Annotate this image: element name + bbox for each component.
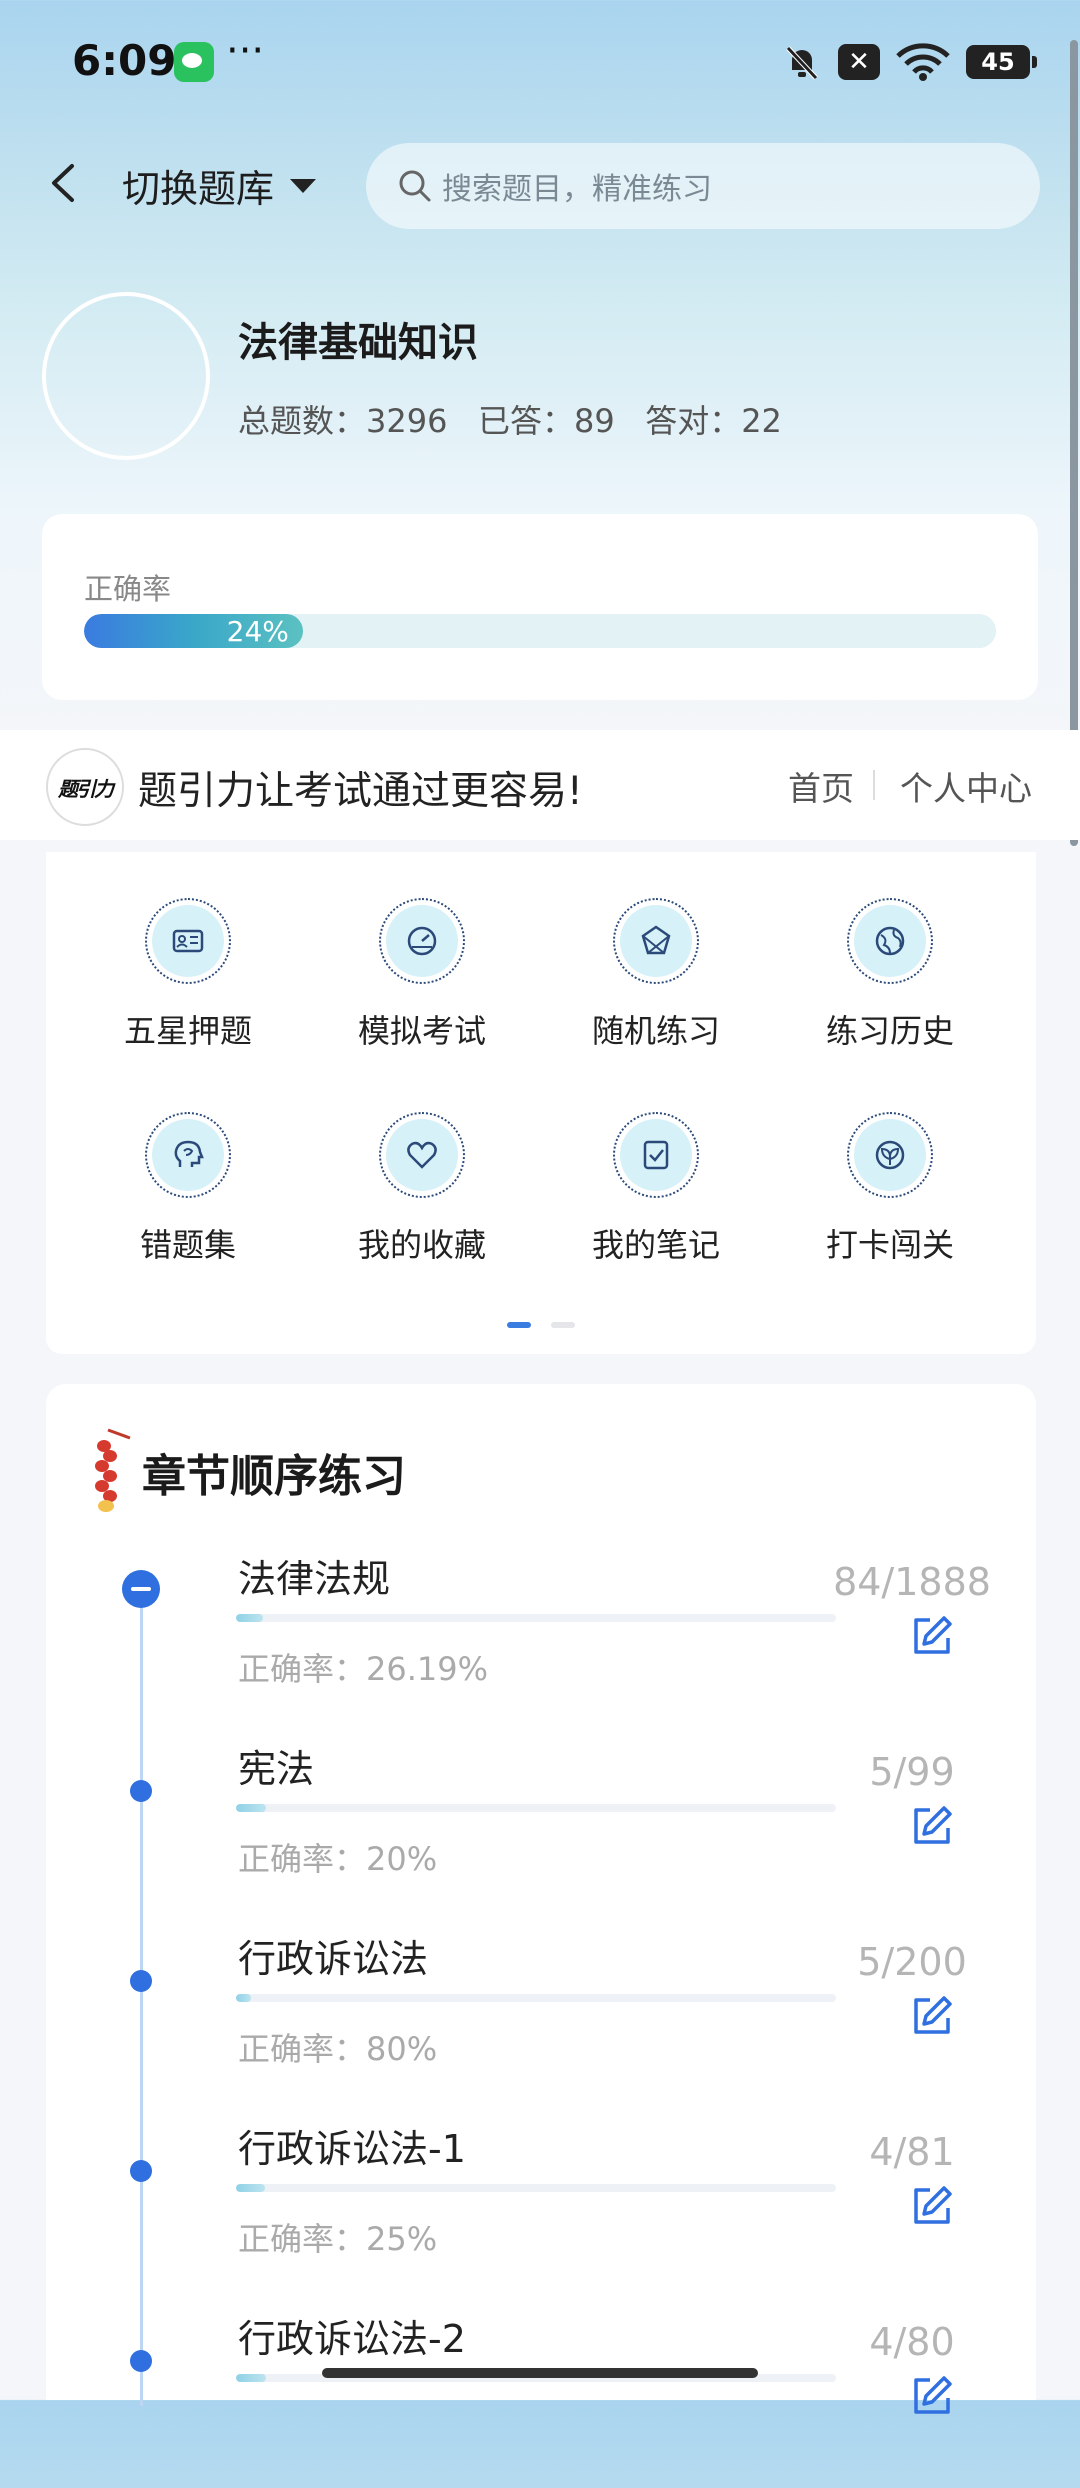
pager-dot[interactable] — [551, 1322, 575, 1328]
app-banner: 题引力 题引力让考试通过更容易! 首页 个人中心 — [0, 730, 1080, 840]
back-icon[interactable] — [44, 158, 84, 208]
edit-icon[interactable] — [910, 2184, 954, 2228]
function-item[interactable]: 错题集 — [88, 1112, 288, 1266]
wechat-notification-icon — [174, 42, 214, 82]
edit-icon[interactable] — [910, 1614, 954, 1658]
heart-icon — [379, 1112, 465, 1198]
pager-dot-active[interactable] — [507, 1322, 531, 1328]
function-item[interactable]: 我的收藏 — [322, 1112, 522, 1266]
chapter-progress-fill — [236, 1804, 267, 1812]
chapter-progress-fill — [236, 2374, 266, 2382]
function-item[interactable]: 随机练习 — [556, 898, 756, 1052]
nav-home-link[interactable]: 首页 — [788, 762, 854, 810]
switch-bank-dropdown[interactable]: 切换题库 — [122, 158, 317, 213]
head-icon — [145, 1112, 231, 1198]
function-item[interactable]: 五星押题 — [88, 898, 288, 1052]
status-time: 6:09 — [72, 36, 177, 85]
switch-bank-label: 切换题库 — [122, 167, 275, 211]
chapter-accuracy: 正确率：80% — [238, 2030, 438, 2068]
function-grid: 五星押题 模拟考试 随机练习 练习历史错题集 我的收藏 我的笔记 打卡闯关 — [46, 852, 1036, 1354]
nav-divider — [873, 770, 875, 800]
bank-title: 法律基础知识 — [238, 320, 478, 366]
leaf-icon — [847, 1112, 933, 1198]
accuracy-label: 正确率 — [84, 572, 172, 606]
mute-bell-icon — [786, 46, 818, 80]
function-item[interactable]: 练习历史 — [790, 898, 990, 1052]
function-item[interactable]: 我的笔记 — [556, 1112, 756, 1266]
chapter-count: 5/99 — [869, 1750, 955, 1794]
chapter-row[interactable]: 宪法正确率：20% 5/99 — [46, 1738, 1036, 1918]
firecracker-icon — [95, 1428, 131, 1512]
function-label: 随机练习 — [591, 1012, 720, 1050]
chapter-progress-bar — [236, 1614, 836, 1622]
app-logo: 题引力 — [46, 748, 124, 826]
chapter-progress-fill — [236, 2184, 266, 2192]
accuracy-progress-bar: 24% — [84, 614, 996, 648]
chapter-row[interactable]: 行政诉讼法正确率：80% 5/200 — [46, 1928, 1036, 2108]
chapter-name: 行政诉讼法 — [238, 1937, 429, 1981]
search-input[interactable]: 搜索题目，精准练习 — [366, 143, 1040, 229]
function-item[interactable]: 模拟考试 — [322, 898, 522, 1052]
nav-personal-center-link[interactable]: 个人中心 — [900, 762, 1032, 810]
bank-stats: 总题数：3296 已答：89 答对：22 — [238, 402, 782, 440]
status-icons: ✕ 45 — [782, 40, 1037, 84]
chapter-count: 84/1888 — [833, 1560, 991, 1604]
home-indicator[interactable] — [322, 2368, 758, 2378]
chapter-progress-bar — [236, 1994, 836, 2002]
edit-icon[interactable] — [910, 1994, 954, 2038]
function-label: 模拟考试 — [357, 1012, 486, 1050]
chapter-name: 行政诉讼法-2 — [238, 2317, 466, 2361]
more-notifications-indicator: ··· — [226, 28, 265, 74]
chapter-row[interactable]: 行政诉讼法-2 4/80 — [46, 2308, 1036, 2488]
globe-icon — [847, 898, 933, 984]
accuracy-percent: 24% — [226, 614, 289, 648]
shuffle-icon — [613, 898, 699, 984]
note-check-icon — [613, 1112, 699, 1198]
avatar[interactable] — [42, 292, 210, 460]
chapter-accuracy: 正确率：20% — [238, 1840, 438, 1878]
chapter-node — [130, 1780, 152, 1802]
chapter-progress-fill — [236, 1614, 263, 1622]
chapter-node — [130, 1970, 152, 1992]
slogan: 题引力让考试通过更容易! — [138, 769, 583, 814]
battery-icon: 45 — [966, 45, 1037, 79]
function-item[interactable]: 打卡闯关 — [790, 1112, 990, 1266]
chapter-count: 4/80 — [869, 2320, 955, 2364]
chapter-row[interactable]: 行政诉讼法-1 正确率：25% 4/81 — [46, 2118, 1036, 2298]
chapter-node — [130, 2160, 152, 2182]
search-icon — [399, 170, 431, 202]
chapter-accuracy: 正确率：25% — [238, 2220, 438, 2258]
accuracy-progress-fill: 24% — [84, 614, 303, 648]
function-label: 打卡闯关 — [825, 1226, 954, 1264]
chapter-row[interactable]: 法律法规正确率：26.19% 84/1888 — [46, 1548, 1036, 1728]
search-placeholder: 搜索题目，精准练习 — [442, 172, 712, 207]
chapter-progress-bar — [236, 1804, 836, 1812]
chapter-progress-bar — [236, 2184, 836, 2192]
chapter-practice-card: 章节顺序练习 法律法规正确率：26.19% 84/1888 宪法正确率：20% 5/9… — [46, 1384, 1036, 2414]
no-sim-icon: ✕ — [838, 44, 880, 80]
wifi-icon — [896, 43, 950, 81]
function-label: 错题集 — [139, 1226, 236, 1264]
chapter-count: 4/81 — [869, 2130, 955, 2174]
chapter-name: 行政诉讼法-1 — [238, 2127, 466, 2171]
function-label: 五星押题 — [123, 1012, 252, 1050]
chapter-section-title: 章节顺序练习 — [142, 1451, 406, 1502]
chapter-count: 5/200 — [857, 1940, 967, 1984]
id-card-icon — [145, 898, 231, 984]
chapter-name: 法律法规 — [238, 1557, 391, 1601]
chapter-node — [130, 2350, 152, 2372]
chapter-progress-fill — [236, 1994, 251, 2002]
edit-icon[interactable] — [910, 2374, 954, 2418]
accuracy-card: 正确率 24% — [42, 514, 1038, 700]
speedometer-icon — [379, 898, 465, 984]
chapter-accuracy: 正确率：26.19% — [238, 1650, 489, 1688]
caret-down-icon — [290, 178, 317, 193]
scrollbar[interactable] — [1070, 40, 1078, 846]
function-label: 练习历史 — [825, 1012, 954, 1050]
function-label: 我的收藏 — [357, 1226, 486, 1264]
function-label: 我的笔记 — [591, 1226, 720, 1264]
chapter-node-expanded[interactable] — [122, 1570, 160, 1608]
edit-icon[interactable] — [910, 1804, 954, 1848]
chapter-name: 宪法 — [238, 1747, 315, 1791]
